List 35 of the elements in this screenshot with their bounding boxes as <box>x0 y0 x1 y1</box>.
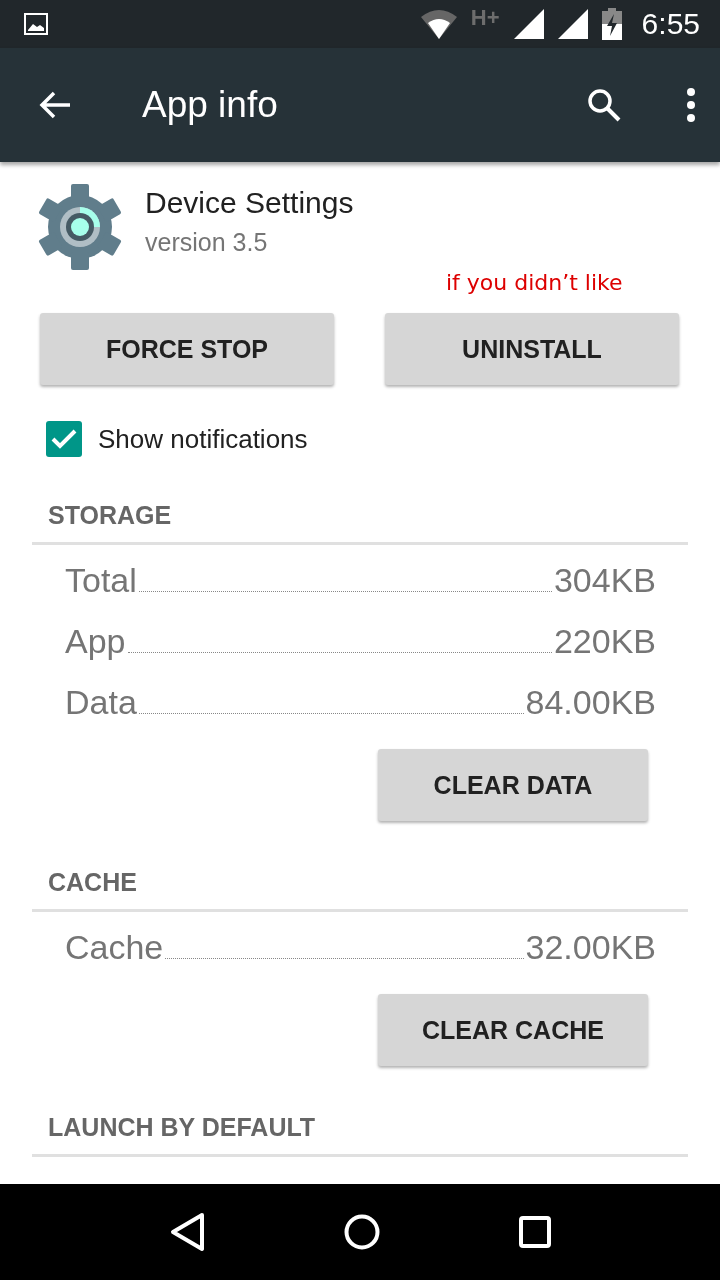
network-type: H+ <box>470 5 500 31</box>
back-arrow-icon[interactable] <box>38 90 72 120</box>
recents-icon[interactable] <box>518 1216 551 1248</box>
back-icon[interactable] <box>169 1212 206 1252</box>
checkbox[interactable] <box>46 421 82 457</box>
section-title: LAUNCH BY DEFAULT <box>47 1113 317 1142</box>
image-icon <box>24 13 48 35</box>
storage-value: 84.00KB <box>525 683 656 722</box>
home-icon[interactable] <box>344 1214 380 1250</box>
clear-button[interactable]: CLEAR DATA <box>378 749 648 821</box>
storage-label: Cache <box>65 928 164 967</box>
signal-icon <box>513 9 544 39</box>
more-options-icon[interactable] <box>686 88 696 122</box>
annotation: if you didn’t like <box>446 270 624 295</box>
section-title: CACHE <box>47 868 138 897</box>
action-button[interactable]: UNINSTALL <box>385 313 679 385</box>
clock: 6:55 <box>641 7 700 41</box>
app-name: Device Settings <box>145 186 354 220</box>
gear-icon <box>37 182 123 272</box>
storage-value: 32.00KB <box>525 928 656 967</box>
signal-icon <box>557 9 588 39</box>
search-icon[interactable] <box>586 87 622 123</box>
battery-icon <box>601 8 622 40</box>
screen-title: App info <box>142 84 279 126</box>
action-button[interactable]: FORCE STOP <box>40 313 334 385</box>
storage-value: 220KB <box>553 622 656 661</box>
app-version: version 3.5 <box>145 228 269 257</box>
section-title: STORAGE <box>47 501 173 530</box>
wifi-icon <box>420 9 457 39</box>
checkbox-label: Show notifications <box>98 423 308 455</box>
storage-label: Total <box>65 561 137 600</box>
clear-button[interactable]: CLEAR CACHE <box>378 994 648 1066</box>
storage-label: Data <box>65 683 137 722</box>
storage-label: App <box>65 622 126 661</box>
storage-value: 304KB <box>553 561 656 600</box>
